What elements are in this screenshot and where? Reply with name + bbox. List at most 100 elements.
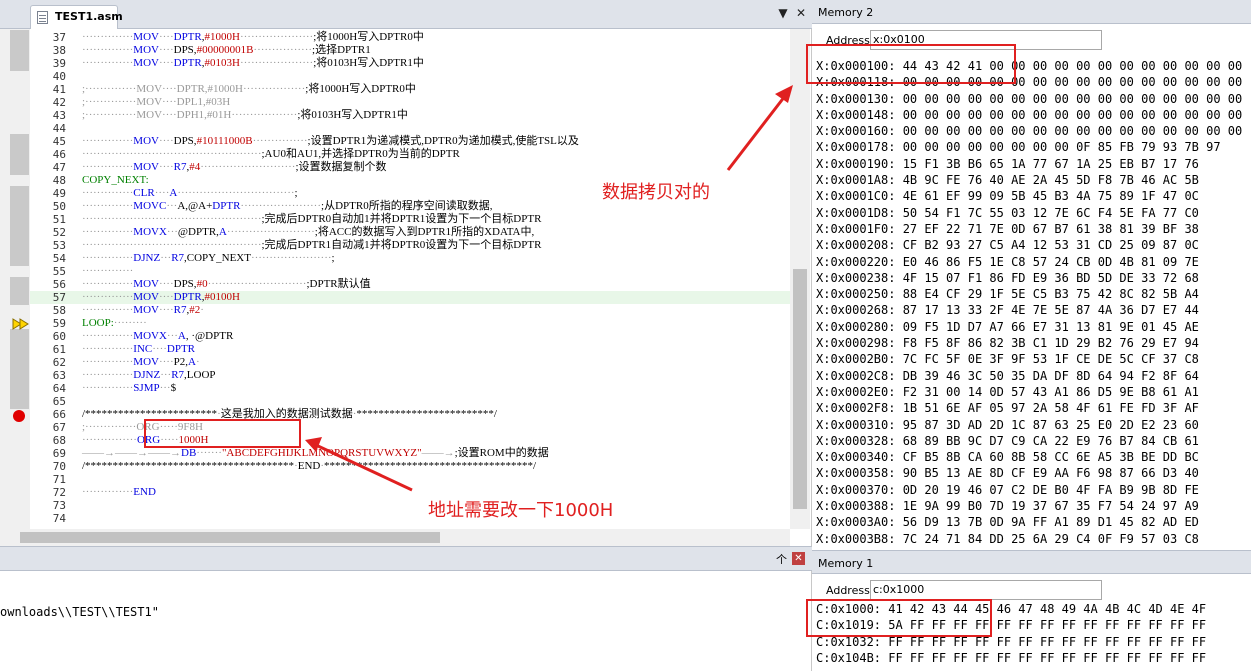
code-coverage-mark <box>10 30 29 71</box>
memory-2-title: Memory 2 <box>818 6 874 19</box>
code-token: ········· <box>113 317 147 329</box>
code-token: #0100H <box>204 291 240 303</box>
code-token: ·············· <box>82 161 134 173</box>
build-output-pane: 个 ✕ ownloads\\TEST\\TEST1" <box>0 546 812 671</box>
code-line[interactable]: 57 ··············MOV····DPTR,#0100H <box>30 291 790 304</box>
code-line[interactable]: 70 /*************************************… <box>30 460 790 473</box>
code-line[interactable]: 39 ··············MOV····DPTR,#0103H······… <box>30 57 790 70</box>
code-line[interactable]: 58 ··············MOV····R7,#2· <box>30 304 790 317</box>
code-line[interactable]: 41 ;··············MOV····DPTR,#1000H·····… <box>30 83 790 96</box>
scroll-thumb[interactable] <box>20 532 440 543</box>
scroll-thumb[interactable] <box>793 269 807 509</box>
code-token: ·············· <box>82 252 134 264</box>
code-line[interactable]: 53 ······································… <box>30 239 790 252</box>
code-token: MOV <box>133 161 159 173</box>
memory-2-rows[interactable]: X:0x000100: 44 43 42 41 00 00 00 00 00 0… <box>816 58 1251 546</box>
code-line[interactable]: 54 ··············DJNZ···R7,COPY_NEXT·····… <box>30 252 790 265</box>
file-tab[interactable]: TEST1.asm <box>30 5 123 29</box>
editor-horizontal-scrollbar[interactable] <box>0 529 790 546</box>
line-number: 38 <box>52 44 66 57</box>
code-line[interactable]: 64 ··············SJMP···$ <box>30 382 790 395</box>
code-line[interactable]: 38 ··············MOV····DPS,#00000001B···… <box>30 44 790 57</box>
code-area[interactable]: 37 ··············MOV····DPTR,#1000H······… <box>30 29 790 529</box>
code-line[interactable]: 59 LOOP:········· <box>30 317 790 330</box>
line-number: 64 <box>52 382 66 395</box>
code-line[interactable]: 47 ··············MOV····R7,#4············… <box>30 161 790 174</box>
tab-list-dropdown-icon[interactable]: ▼ <box>776 6 790 20</box>
line-number: 74 <box>52 512 66 525</box>
code-token: MOVX <box>133 330 167 342</box>
code-token: #2 <box>189 304 201 316</box>
code-token: ·············· <box>82 226 134 238</box>
code-line[interactable]: 42 ;··············MOV····DPL1,#03H <box>30 96 790 109</box>
code-token: LOOP: <box>82 317 114 329</box>
memory-row: X:0x0001A8: 4B 9C FE 76 40 AE 2A 45 5D F… <box>816 173 1199 188</box>
code-token: ·············· <box>82 31 134 43</box>
code-line[interactable]: 72 ··············END <box>30 486 790 499</box>
code-token: ; <box>294 187 298 199</box>
line-number: 55 <box>52 265 66 278</box>
code-token: MOVX <box>133 226 167 238</box>
address-input[interactable]: c:0x1000 <box>870 580 1102 600</box>
code-token: MOV <box>133 356 159 368</box>
code-text: ··············MOV····P2,A· <box>82 356 200 369</box>
code-token: ················· <box>242 83 306 95</box>
pin-icon[interactable]: 个 <box>776 551 787 567</box>
code-token: ,COPY_NEXT <box>184 252 251 264</box>
code-line[interactable]: 74 <box>30 512 790 525</box>
code-line[interactable]: 60 ··············MOVX···A, ·@DPTR <box>30 330 790 343</box>
code-line[interactable]: 56 ··············MOV····DPS,#0···········… <box>30 278 790 291</box>
code-text: ········································… <box>82 239 541 252</box>
code-line[interactable]: 46 ······································… <box>30 148 790 161</box>
code-coverage-mark <box>10 277 29 305</box>
editor-gutter[interactable] <box>0 29 30 529</box>
code-token: ;AU0和AU1,并选择DPTR0为当前的DPTR <box>261 148 460 160</box>
editor-tab-bar: TEST1.asm ▼ ✕ <box>0 0 812 29</box>
code-token: END <box>297 460 321 472</box>
line-number: 59 <box>52 317 66 330</box>
close-tab-icon[interactable]: ✕ <box>794 6 808 20</box>
code-line[interactable]: 73 <box>30 499 790 512</box>
code-line[interactable]: 45 ··············MOV····DPS,#10111000B···… <box>30 135 790 148</box>
line-number: 44 <box>52 122 66 135</box>
code-text: COPY_NEXT: <box>82 174 149 187</box>
code-line[interactable]: 37 ··············MOV····DPTR,#1000H······… <box>30 31 790 44</box>
code-text: ··············MOV····R7,#4··············… <box>82 161 387 174</box>
code-token: *************************/ <box>356 408 497 420</box>
code-line[interactable]: 44 <box>30 122 790 135</box>
code-token: ;选择DPTR1 <box>312 44 371 56</box>
memory-row: X:0x000148: 00 00 00 00 00 00 00 00 00 0… <box>816 107 1243 122</box>
editor-pane: TEST1.asm ▼ ✕ 37 ··············MOV····DPT… <box>0 0 812 546</box>
code-token: ··· <box>160 369 172 381</box>
line-number: 51 <box>52 213 66 226</box>
code-token: A <box>177 330 186 342</box>
code-line[interactable]: 55 ·············· <box>30 265 790 278</box>
close-output-icon[interactable]: ✕ <box>792 552 805 565</box>
code-token: @DPTR, <box>177 226 219 238</box>
code-line[interactable]: 63 ··············DJNZ···R7,LOOP <box>30 369 790 382</box>
code-token: ································ <box>177 187 295 199</box>
breakpoint-icon[interactable] <box>13 410 25 422</box>
code-token: · <box>200 304 204 316</box>
code-token: ··· <box>166 226 178 238</box>
line-number: 65 <box>52 395 66 408</box>
annotation-box-memory1 <box>806 599 992 637</box>
code-line[interactable]: 65 <box>30 395 790 408</box>
code-line[interactable]: 51 ······································… <box>30 213 790 226</box>
code-line[interactable]: 71 <box>30 473 790 486</box>
code-token: ······················ <box>250 252 332 264</box>
line-number: 46 <box>52 148 66 161</box>
code-line[interactable]: 43 ;··············MOV····DPH1,#01H·······… <box>30 109 790 122</box>
code-token: ·············· <box>82 135 134 147</box>
code-token: ;·············· <box>82 83 137 95</box>
code-line[interactable]: 61 ··············INC····DPTR <box>30 343 790 356</box>
code-line[interactable]: 69 ——→——→——→DB·······"ABCDEFGHIJKLMNOPQRS… <box>30 447 790 460</box>
code-line[interactable]: 52 ··············MOVX···@DPTR,A··········… <box>30 226 790 239</box>
code-token: ,LOOP <box>184 369 216 381</box>
code-token: ;将0103H写入DPTR1中 <box>313 57 424 69</box>
code-token: ·············· <box>82 57 134 69</box>
code-line[interactable]: 40 <box>30 70 790 83</box>
code-text: ··············MOV····DPTR,#0103H········… <box>82 57 424 70</box>
editor-vertical-scrollbar[interactable] <box>790 29 810 529</box>
code-line[interactable]: 62 ··············MOV····P2,A· <box>30 356 790 369</box>
